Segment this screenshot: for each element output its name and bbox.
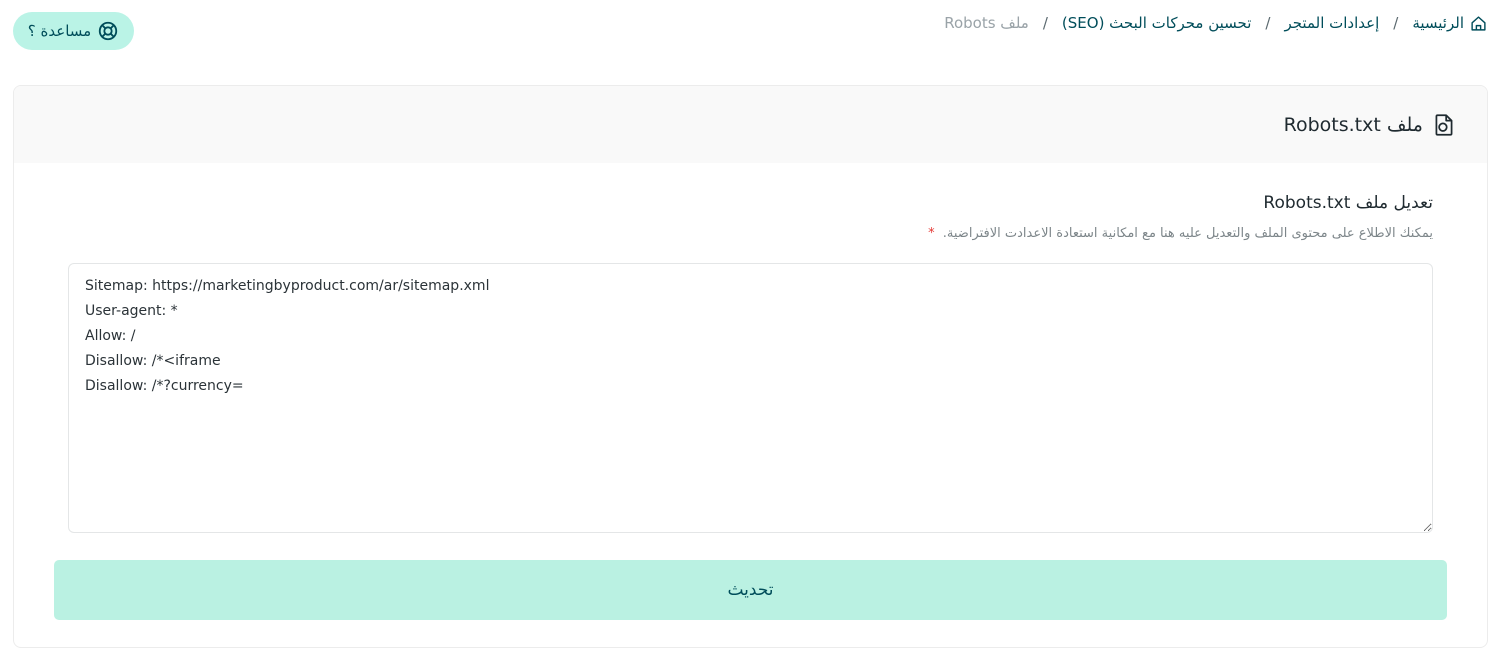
update-button[interactable]: تحديث [54,560,1447,620]
breadcrumb-home[interactable]: الرئيسية [1412,14,1464,32]
breadcrumb-separator: / [1265,14,1271,32]
section-title: تعديل ملف Robots.txt [1263,193,1433,213]
help-button[interactable]: مساعدة ؟ [13,12,134,50]
card-header: ملف Robots.txt [14,86,1487,163]
required-mark: * [928,226,935,241]
section-description-text: يمكنك الاطلاع على محتوى الملف والتعديل ع… [942,226,1433,241]
card-title: ملف Robots.txt [1283,113,1423,136]
section-description: يمكنك الاطلاع على محتوى الملف والتعديل ع… [928,226,1433,241]
breadcrumb-seo[interactable]: تحسين محركات البحث (SEO) [1062,14,1252,32]
breadcrumb-current: ملف Robots [944,14,1029,32]
robots-txt-editor[interactable] [68,263,1433,533]
breadcrumb: الرئيسية / إعدادات المتجر / تحسين محركات… [944,14,1487,32]
robots-card: ملف Robots.txt تعديل ملف Robots.txt يمكن… [13,85,1488,648]
help-label: مساعدة ؟ [27,22,92,40]
breadcrumb-separator: / [1042,14,1048,32]
file-search-icon [1435,113,1453,136]
breadcrumb-store-settings[interactable]: إعدادات المتجر [1284,14,1379,32]
top-bar: الرئيسية / إعدادات المتجر / تحسين محركات… [0,0,1495,62]
breadcrumb-separator: / [1393,14,1399,32]
home-icon[interactable] [1470,15,1487,32]
lifebuoy-icon [99,21,118,41]
